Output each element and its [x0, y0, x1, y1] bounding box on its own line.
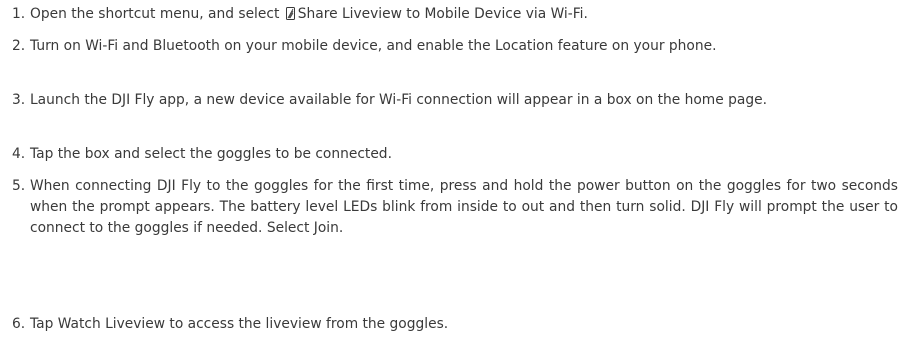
- step-text: Launch the DJI Fly app, a new device ava…: [30, 92, 767, 108]
- step-text: When connecting DJI Fly to the goggles f…: [30, 178, 898, 236]
- step-text: Open the shortcut menu, and select Share…: [30, 4, 898, 25]
- step-text: Turn on Wi-Fi and Bluetooth on your mobi…: [30, 38, 717, 54]
- step-number: 4.: [12, 146, 26, 162]
- step-number: 3.: [12, 92, 26, 108]
- step-number: 5.: [12, 178, 26, 194]
- step-text: Tap Watch Liveview to access the livevie…: [30, 316, 449, 332]
- step-text-before-icon: Open the shortcut menu, and select: [30, 6, 284, 22]
- step-number: 6.: [12, 316, 26, 332]
- step-number: 1.: [12, 6, 26, 22]
- step-number: 2.: [12, 38, 26, 54]
- phone-share-icon: [285, 7, 295, 20]
- step-text: Tap the box and select the goggles to be…: [30, 146, 392, 162]
- step-text-after-icon: Share Liveview to Mobile Device via Wi-F…: [297, 6, 588, 22]
